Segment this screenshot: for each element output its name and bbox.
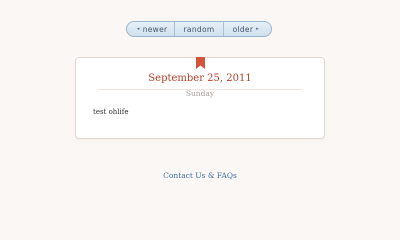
contact-link[interactable]: Contact Us & FAQs bbox=[0, 171, 400, 180]
newer-label: newer bbox=[142, 24, 168, 34]
arrow-left-icon: ◂ bbox=[136, 26, 140, 32]
bookmark-icon bbox=[196, 57, 205, 69]
entry-pager: ◂ newer random older ▸ bbox=[126, 21, 272, 37]
newer-button[interactable]: ◂ newer bbox=[127, 22, 174, 36]
entry-text: test ohlife bbox=[93, 108, 129, 116]
random-button[interactable]: random bbox=[174, 22, 222, 36]
entry-card: September 25, 2011 Sunday test ohlife bbox=[75, 57, 325, 139]
older-label: older bbox=[232, 24, 254, 34]
entry-date: September 25, 2011 bbox=[148, 73, 252, 84]
random-label: random bbox=[183, 24, 215, 34]
arrow-right-icon: ▸ bbox=[256, 26, 260, 32]
entry-day: Sunday bbox=[185, 89, 215, 98]
older-button[interactable]: older ▸ bbox=[222, 22, 271, 36]
